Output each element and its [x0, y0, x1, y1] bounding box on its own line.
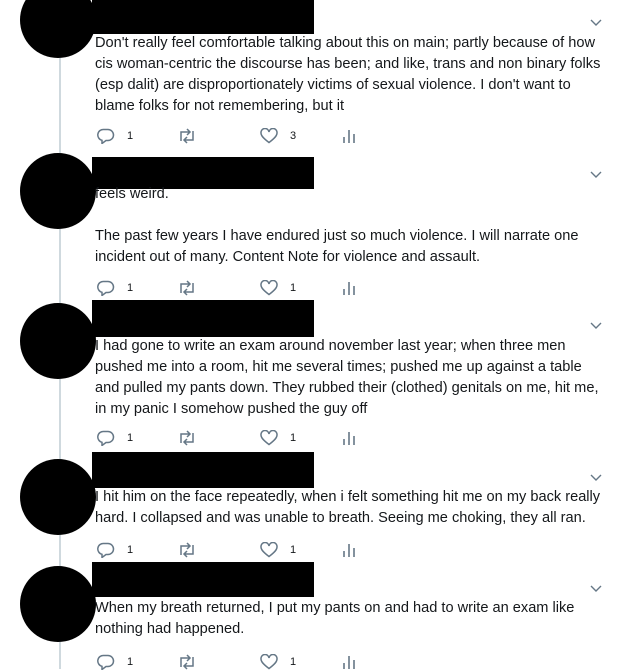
tweet-text: I hit him on the face repeatedly, when i…: [95, 487, 605, 529]
retweet-button[interactable]: [177, 126, 209, 146]
tweet-text: I had gone to write an exam around novem…: [95, 336, 605, 420]
reply-icon: [97, 128, 115, 144]
retweet-icon: [180, 280, 194, 296]
like-button[interactable]: 3: [260, 126, 296, 146]
like-count: 1: [290, 656, 297, 668]
tweet-text: feels weird. The past few years I have e…: [95, 184, 605, 268]
tweet-paragraph: I had gone to write an exam around novem…: [95, 338, 599, 417]
reply-button[interactable]: 1: [97, 126, 133, 146]
tweet-text: Don't really feel comfortable talking ab…: [95, 33, 605, 117]
like-button[interactable]: 1: [260, 428, 296, 448]
tweet-text: When my breath returned, I put my pants …: [95, 598, 605, 640]
reply-button[interactable]: 1: [97, 652, 133, 672]
like-count: 1: [290, 544, 297, 556]
reply-count: 1: [127, 544, 134, 556]
heart-icon: [260, 654, 278, 670]
like-button[interactable]: 1: [260, 278, 296, 298]
reply-count: 1: [127, 130, 134, 142]
author-name-redacted[interactable]: [92, 300, 314, 337]
heart-icon: [260, 430, 278, 446]
reply-count: 1: [127, 656, 134, 668]
reply-button[interactable]: 1: [97, 428, 133, 448]
tweet-paragraph: Don't really feel comfortable talking ab…: [95, 35, 601, 114]
analytics-button[interactable]: [342, 540, 356, 560]
chevron-down-icon[interactable]: [590, 16, 602, 28]
retweet-icon: [180, 128, 194, 144]
tweet-2[interactable]: feels weird. The past few years I have e…: [0, 150, 640, 306]
analytics-icon: [343, 282, 355, 295]
reply-icon: [97, 542, 115, 558]
analytics-button[interactable]: [342, 126, 356, 146]
reply-button[interactable]: 1: [97, 540, 133, 560]
avatar-redacted[interactable]: [20, 566, 96, 642]
like-button[interactable]: 1: [260, 652, 296, 672]
heart-icon: [260, 128, 278, 144]
analytics-button[interactable]: [342, 428, 356, 448]
tweet-paragraph: I hit him on the face repeatedly, when i…: [95, 489, 601, 526]
retweet-icon: [180, 654, 194, 670]
tweet-actions: 1 3: [97, 126, 397, 146]
like-count: 1: [290, 282, 297, 294]
tweet-3[interactable]: I had gone to write an exam around novem…: [0, 300, 640, 456]
heart-icon: [260, 542, 278, 558]
analytics-icon: [343, 432, 355, 445]
tweet-paragraph: feels weird.: [95, 186, 169, 202]
author-name-redacted[interactable]: [92, 0, 314, 34]
tweet-1[interactable]: Don't really feel comfortable talking ab…: [0, 0, 640, 150]
retweet-icon: [180, 430, 194, 446]
author-name-redacted[interactable]: [92, 452, 314, 488]
analytics-icon: [343, 544, 355, 557]
like-count: 3: [290, 130, 297, 142]
like-button[interactable]: 1: [260, 540, 296, 560]
avatar-redacted[interactable]: [20, 303, 96, 379]
avatar-redacted[interactable]: [20, 153, 96, 229]
tweet-actions: 1 1: [97, 428, 397, 448]
like-count: 1: [290, 432, 297, 444]
chevron-down-icon[interactable]: [590, 168, 602, 180]
retweet-button[interactable]: [177, 540, 209, 560]
reply-button[interactable]: 1: [97, 278, 133, 298]
reply-icon: [97, 280, 115, 296]
heart-icon: [260, 280, 278, 296]
retweet-button[interactable]: [177, 652, 209, 672]
avatar-redacted[interactable]: [20, 459, 96, 535]
tweet-actions: 1 1: [97, 652, 397, 672]
tweet-actions: 1 1: [97, 278, 397, 298]
analytics-icon: [343, 656, 355, 669]
reply-icon: [97, 654, 115, 670]
reply-count: 1: [127, 432, 134, 444]
tweet-5[interactable]: When my breath returned, I put my pants …: [0, 562, 640, 672]
tweet-paragraph: The past few years I have endured just s…: [95, 228, 579, 265]
chevron-down-icon[interactable]: [590, 582, 602, 594]
chevron-down-icon[interactable]: [590, 471, 602, 483]
analytics-icon: [343, 130, 355, 143]
retweet-icon: [180, 542, 194, 558]
tweet-actions: 1 1: [97, 540, 397, 560]
tweet-paragraph: When my breath returned, I put my pants …: [95, 600, 575, 637]
reply-icon: [97, 430, 115, 446]
author-name-redacted[interactable]: [92, 562, 314, 597]
analytics-button[interactable]: [342, 652, 356, 672]
retweet-button[interactable]: [177, 278, 209, 298]
avatar-redacted[interactable]: [20, 0, 96, 58]
chevron-down-icon[interactable]: [590, 319, 602, 331]
tweet-4[interactable]: I hit him on the face repeatedly, when i…: [0, 452, 640, 562]
analytics-button[interactable]: [342, 278, 356, 298]
reply-count: 1: [127, 282, 134, 294]
retweet-button[interactable]: [177, 428, 209, 448]
